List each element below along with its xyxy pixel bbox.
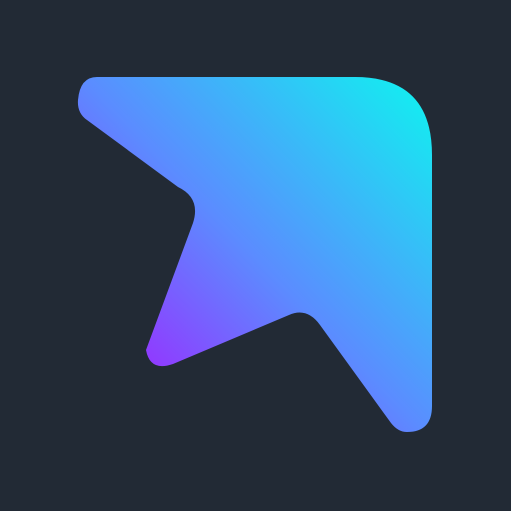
arrow-logo-icon <box>77 77 432 432</box>
arrow-logo-shape <box>77 77 432 432</box>
app-icon-canvas <box>0 0 511 511</box>
